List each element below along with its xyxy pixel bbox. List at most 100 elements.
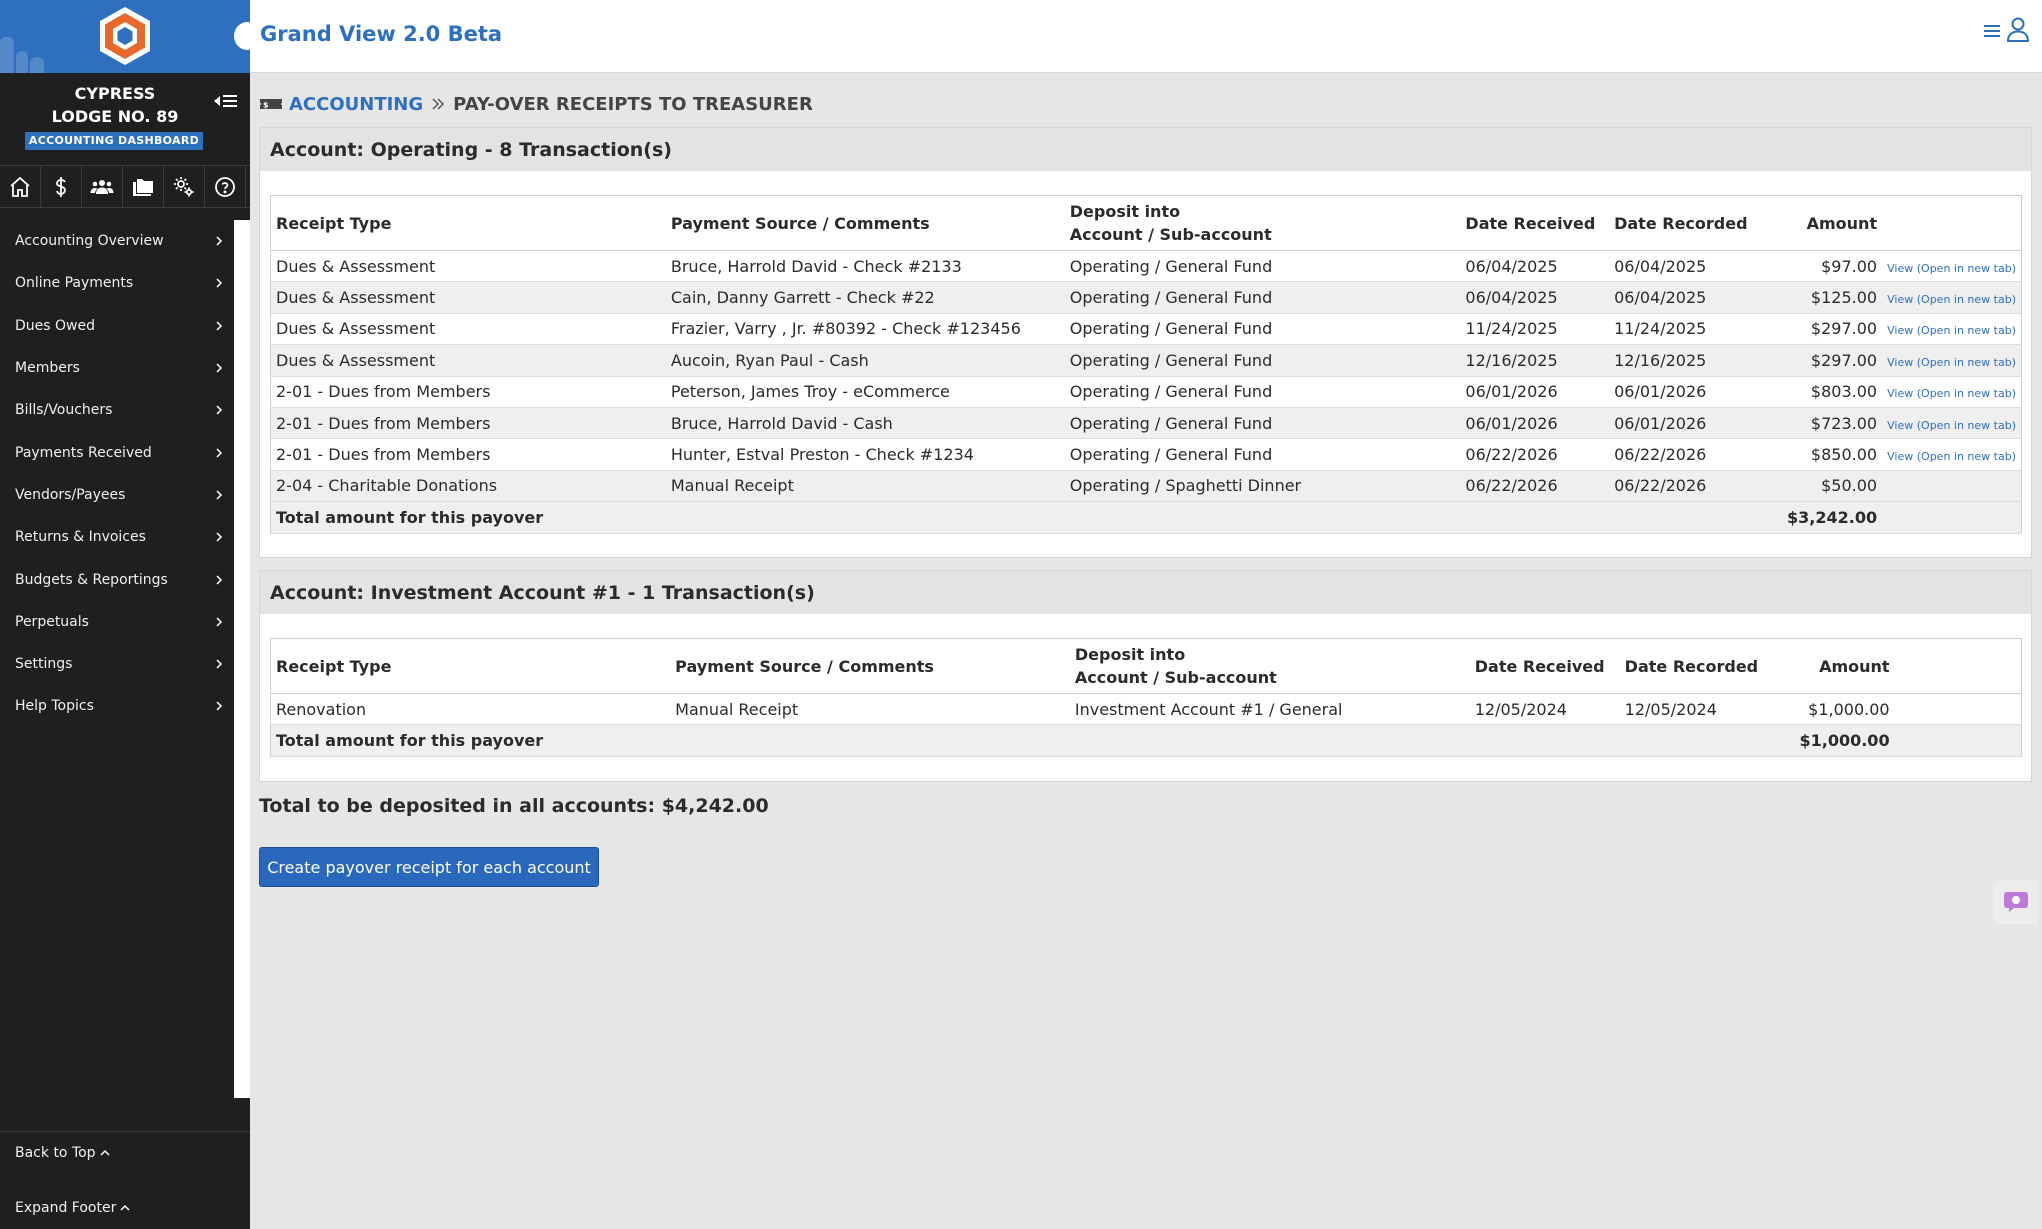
cell-receipt-type: Dues & Assessment: [270, 344, 666, 377]
sidebar-item-dues-owed[interactable]: Dues Owed: [0, 305, 234, 347]
cell-payment-source: Manual Receipt: [670, 693, 1070, 726]
breadcrumb-accounting-link[interactable]: ACCOUNTING: [289, 94, 423, 115]
expand-footer-link[interactable]: Expand Footer: [15, 1200, 130, 1216]
view-receipt-link[interactable]: View (Open in new tab): [1887, 450, 2016, 463]
dollar-icon[interactable]: [41, 166, 82, 208]
table-row: Dues & Assessment Aucoin, Ryan Paul - Ca…: [270, 344, 2022, 377]
col-payment-source: Payment Source / Comments: [670, 638, 1070, 694]
sidebar-item-returns-invoices[interactable]: Returns & Invoices: [0, 516, 234, 558]
col-date-received: Date Received: [1460, 195, 1610, 251]
cell-deposit: Operating / General Fund: [1064, 313, 1461, 346]
header-notch: [234, 22, 260, 50]
sidebar-collapse-icon[interactable]: [212, 90, 242, 112]
view-receipt-link[interactable]: View (Open in new tab): [1887, 356, 2016, 369]
view-receipt-link[interactable]: View (Open in new tab): [1887, 324, 2016, 337]
sidebar: CYPRESS LODGE NO. 89 ACCOUNTING DASHBOAR…: [0, 0, 250, 1229]
sidebar-item-accounting-overview[interactable]: Accounting Overview: [0, 220, 234, 262]
breadcrumb: $ ACCOUNTING PAY-OVER RECEIPTS TO TREASU…: [259, 92, 813, 116]
cell-date-received: 06/22/2026: [1460, 470, 1610, 503]
help-icon[interactable]: [205, 166, 246, 208]
create-payover-receipt-button[interactable]: Create payover receipt for each account: [259, 847, 599, 887]
cell-amount: $803.00: [1757, 376, 1883, 408]
receipt-ticket-icon: $: [260, 99, 282, 110]
table-row: 2-01 - Dues from Members Peterson, James…: [270, 376, 2022, 408]
user-profile-icon[interactable]: [2006, 16, 2030, 42]
cell-deposit: Operating / General Fund: [1064, 281, 1461, 314]
col-receipt-type: Receipt Type: [270, 638, 671, 694]
cell-date-recorded: 06/22/2026: [1609, 438, 1758, 471]
cell-date-received: 06/01/2026: [1460, 407, 1610, 440]
total-amount: $3,242.00: [1757, 501, 1883, 534]
sidebar-item-label: Members: [15, 360, 80, 377]
sidebar-item-label: Budgets & Reportings: [15, 571, 168, 588]
cell-deposit: Operating / General Fund: [1064, 250, 1461, 283]
chevron-right-icon: [216, 659, 223, 669]
sidebar-item-budgets-reportings[interactable]: Budgets & Reportings: [0, 558, 234, 600]
cell-payment-source: Manual Receipt: [665, 470, 1065, 503]
col-deposit-line1: Deposit into: [1069, 202, 1181, 221]
account-panel-title: Account: Investment Account #1 - 1 Trans…: [260, 571, 2031, 614]
sidebar-item-label: Help Topics: [15, 698, 94, 715]
back-to-top-link[interactable]: Back to Top: [15, 1145, 110, 1161]
chat-widget[interactable]: [1993, 880, 2038, 924]
double-chevron-right-icon: [432, 98, 445, 110]
sidebar-item-label: Vendors/Payees: [15, 486, 126, 503]
hamburger-menu-icon[interactable]: [1983, 22, 2001, 40]
lodge-logo-icon: [100, 7, 150, 65]
app-title[interactable]: Grand View 2.0 Beta: [260, 22, 502, 46]
cell-amount: $297.00: [1757, 313, 1883, 346]
sidebar-item-help-topics[interactable]: Help Topics: [0, 685, 234, 727]
cell-receipt-type: 2-01 - Dues from Members: [270, 438, 666, 471]
table-total-row: Total amount for this payover $3,242.00: [270, 501, 2022, 534]
view-receipt-link[interactable]: View (Open in new tab): [1887, 293, 2016, 306]
quick-icon-bar: [0, 165, 250, 208]
table-header-row: Receipt Type Payment Source / Comments D…: [270, 195, 2022, 251]
sidebar-item-vendors-payees[interactable]: Vendors/Payees: [0, 474, 234, 516]
col-actions: [1894, 638, 2022, 694]
lodge-name: CYPRESS LODGE NO. 89: [0, 82, 230, 128]
view-receipt-link[interactable]: View (Open in new tab): [1887, 262, 2016, 275]
sidebar-item-label: Bills/Vouchers: [15, 402, 113, 419]
cell-date-received: 06/22/2026: [1460, 438, 1610, 471]
col-date-recorded: Date Recorded: [1609, 195, 1758, 251]
col-actions: [1882, 195, 2022, 251]
sidebar-nav: Accounting Overview Online Payments Dues…: [0, 220, 234, 728]
cell-date-received: 06/04/2025: [1460, 281, 1610, 314]
expand-footer-label: Expand Footer: [15, 1200, 117, 1216]
sidebar-item-label: Perpetuals: [15, 613, 89, 630]
folder-icon[interactable]: [123, 166, 164, 208]
sidebar-item-label: Accounting Overview: [15, 233, 164, 250]
chevron-right-icon: [216, 405, 223, 415]
sidebar-scrollbar[interactable]: [234, 220, 250, 1098]
sidebar-item-online-payments[interactable]: Online Payments: [0, 262, 234, 304]
transactions-table: Receipt Type Payment Source / Comments D…: [270, 195, 2022, 534]
sidebar-item-perpetuals[interactable]: Perpetuals: [0, 601, 234, 643]
settings-gears-icon[interactable]: [164, 166, 205, 208]
accounting-dashboard-badge[interactable]: ACCOUNTING DASHBOARD: [25, 132, 203, 150]
col-date-received: Date Received: [1469, 638, 1620, 694]
total-amount: $1,000.00: [1769, 724, 1895, 757]
chevron-right-icon: [216, 236, 223, 246]
cell-date-recorded: 06/01/2026: [1609, 407, 1758, 440]
chevron-right-icon: [216, 617, 223, 627]
cell-payment-source: Bruce, Harrold David - Check #2133: [665, 250, 1065, 283]
sidebar-item-payments-received[interactable]: Payments Received: [0, 431, 234, 473]
cell-payment-source: Hunter, Estval Preston - Check #1234: [665, 438, 1065, 471]
cell-date-received: 06/04/2025: [1460, 250, 1610, 283]
home-icon[interactable]: [0, 166, 41, 208]
cell-receipt-type: 2-04 - Charitable Donations: [270, 470, 666, 503]
sidebar-item-label: Returns & Invoices: [15, 529, 146, 546]
cell-date-recorded: 06/04/2025: [1609, 281, 1758, 314]
members-icon[interactable]: [82, 166, 123, 208]
sidebar-item-label: Payments Received: [15, 444, 152, 461]
view-receipt-link[interactable]: View (Open in new tab): [1887, 419, 2016, 432]
svg-text:$: $: [263, 101, 269, 110]
sidebar-item-settings[interactable]: Settings: [0, 643, 234, 685]
sidebar-item-bills-vouchers[interactable]: Bills/Vouchers: [0, 389, 234, 431]
sidebar-item-members[interactable]: Members: [0, 347, 234, 389]
view-receipt-link[interactable]: View (Open in new tab): [1887, 387, 2016, 400]
sidebar-item-label: Dues Owed: [15, 317, 95, 334]
col-deposit-line2: Account / Sub-account: [1074, 668, 1277, 687]
cell-date-recorded: 06/01/2026: [1609, 376, 1758, 408]
cell-payment-source: Bruce, Harrold David - Cash: [665, 407, 1065, 440]
